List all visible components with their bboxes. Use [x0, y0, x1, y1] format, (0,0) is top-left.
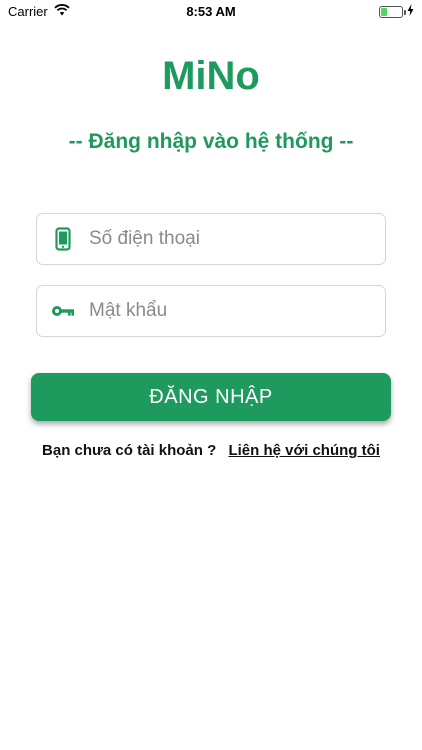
charging-icon	[407, 4, 414, 19]
key-icon	[37, 304, 89, 318]
password-input[interactable]	[89, 300, 369, 322]
status-right	[379, 4, 414, 19]
phone-input[interactable]	[89, 228, 369, 250]
login-button[interactable]: ĐĂNG NHẬP	[31, 373, 391, 421]
password-field[interactable]	[36, 285, 386, 337]
phone-icon	[37, 227, 89, 251]
status-bar: Carrier 8:53 AM	[0, 0, 422, 22]
signup-row: Bạn chưa có tài khoản ? Liên hệ với chún…	[0, 442, 422, 459]
app-title: MiNo	[162, 54, 260, 98]
phone-field[interactable]	[36, 213, 386, 265]
battery-cap	[404, 9, 406, 15]
battery-icon	[379, 5, 406, 18]
contact-link[interactable]: Liên hệ với chúng tôi	[228, 442, 380, 459]
page-subtitle: -- Đăng nhập vào hệ thống --	[68, 130, 354, 153]
status-time: 8:53 AM	[186, 4, 236, 19]
battery-level	[381, 7, 387, 16]
no-account-text: Bạn chưa có tài khoản ?	[42, 442, 217, 459]
login-screen: Carrier 8:53 AM MiNo -- Đăng nhập vào hệ…	[0, 0, 422, 750]
